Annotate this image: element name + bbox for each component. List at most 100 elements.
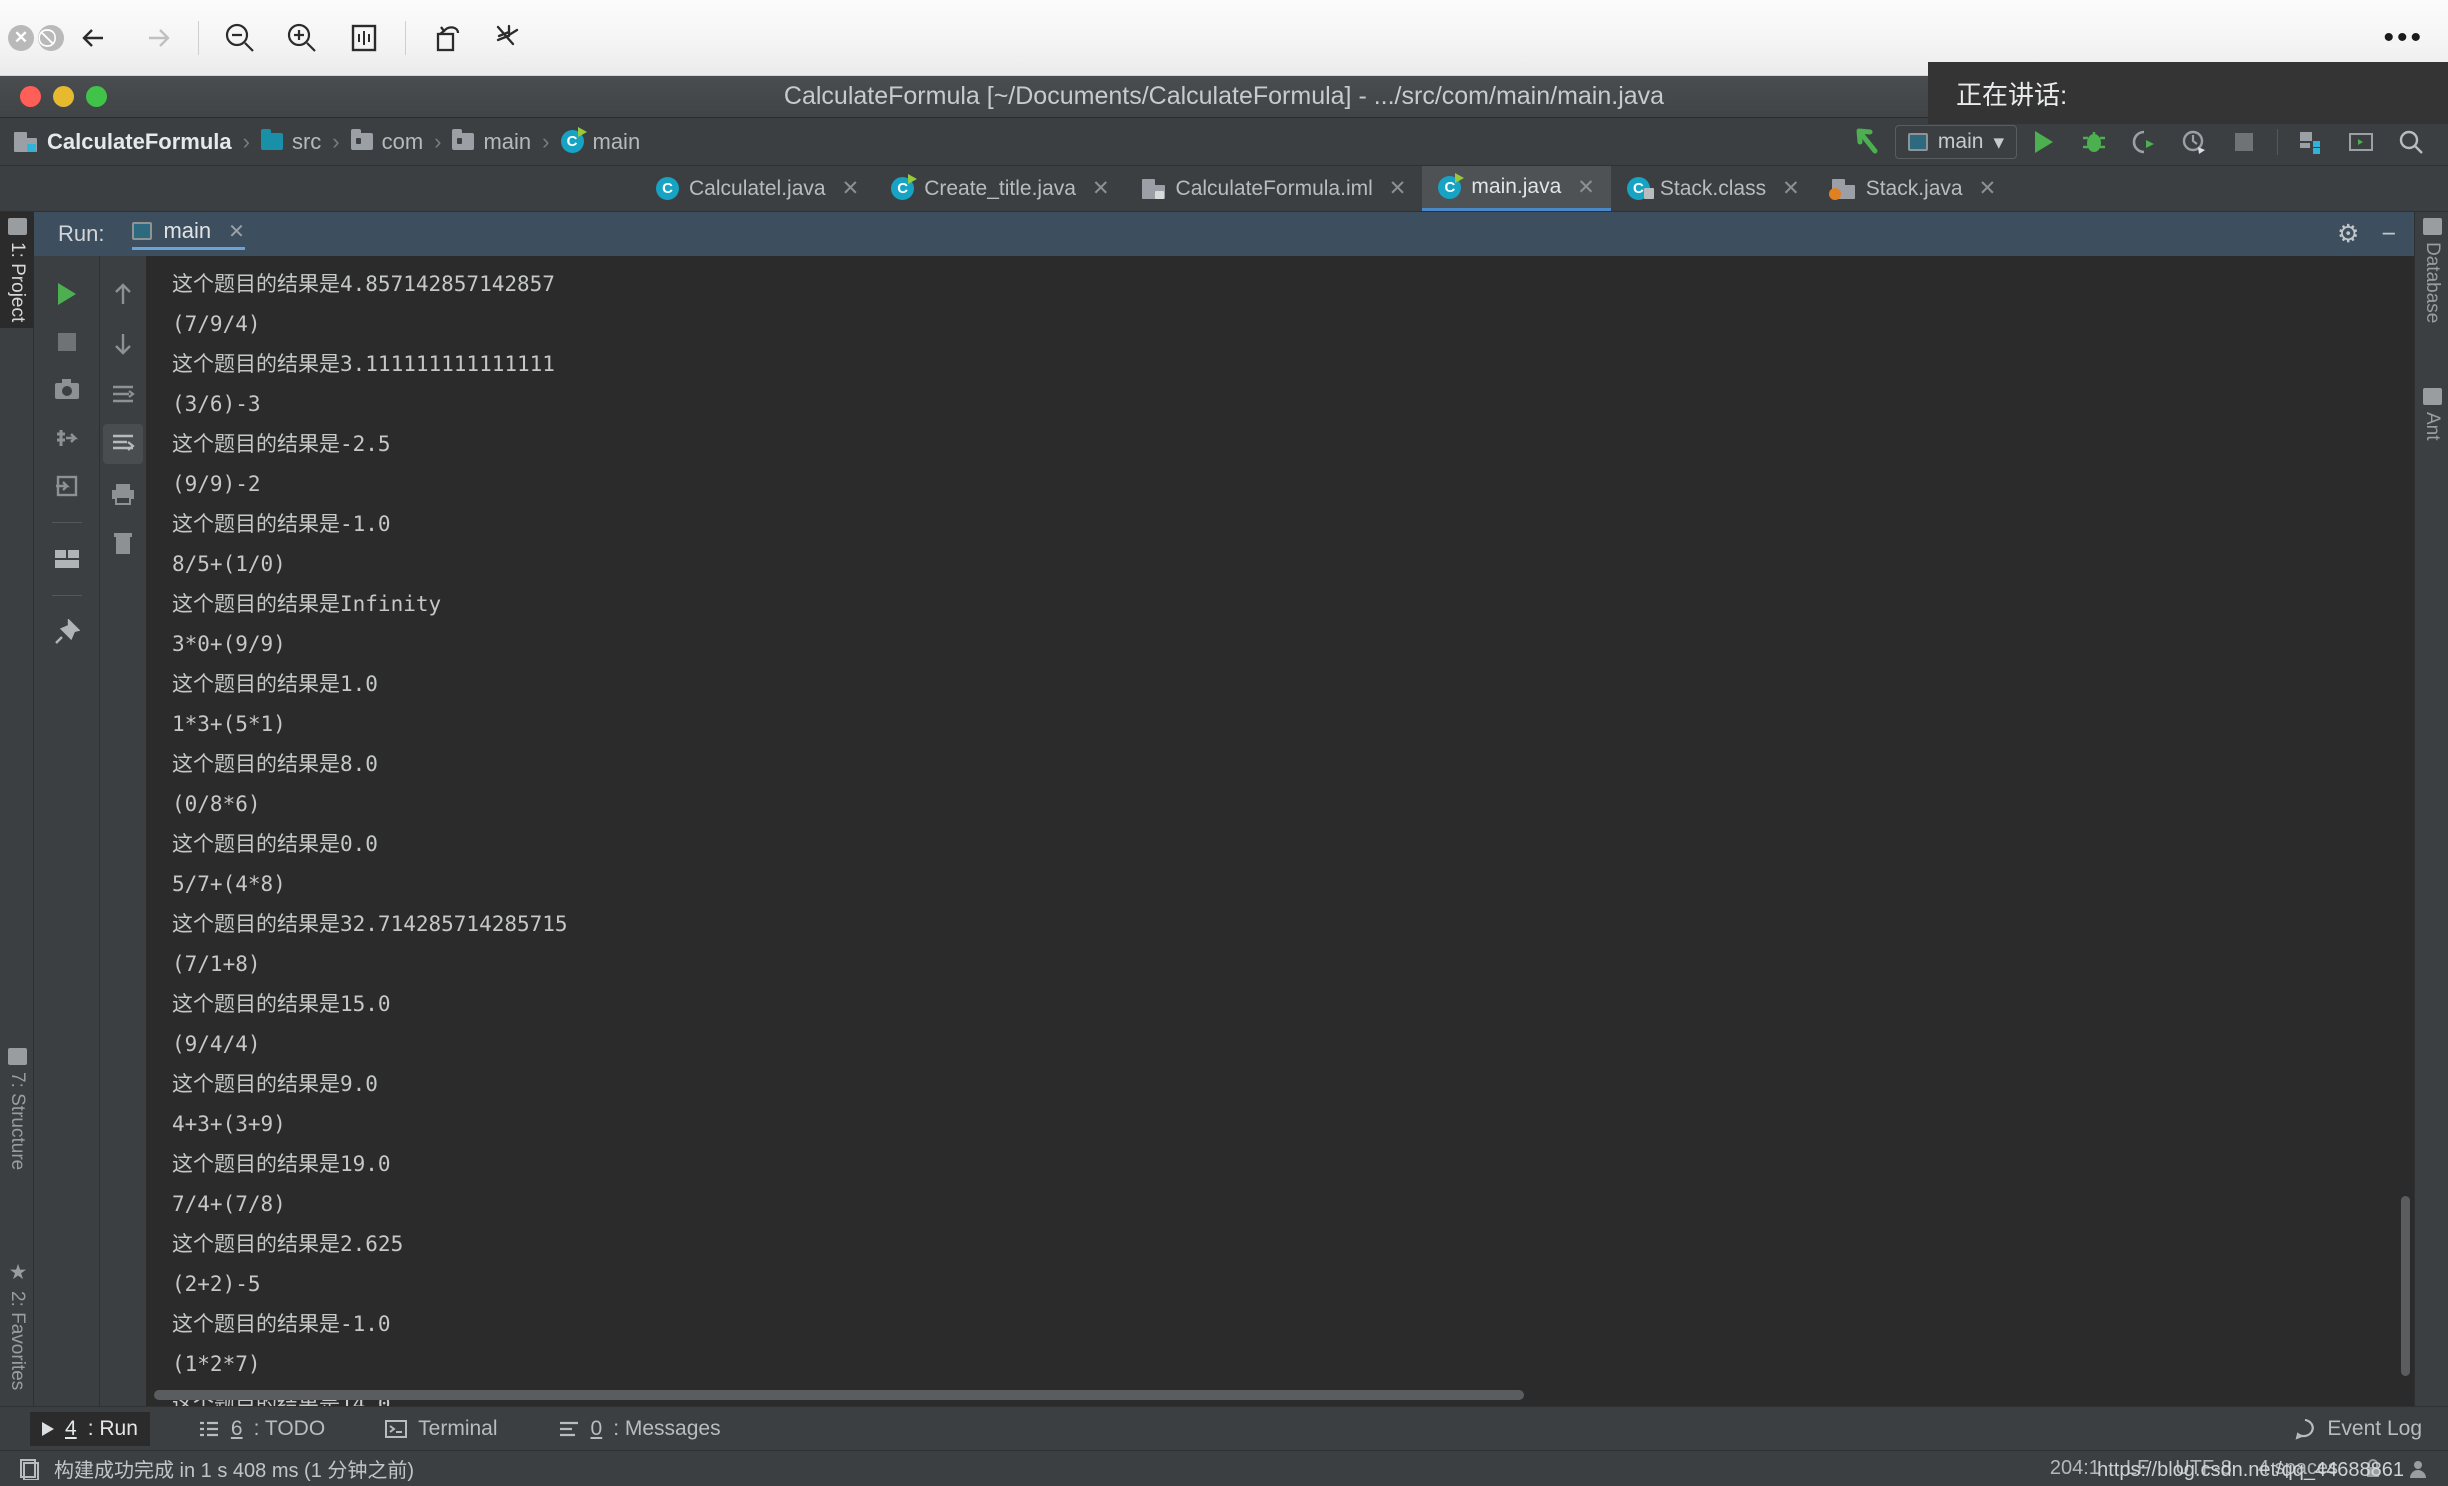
- console-output-text: 这个题目的结果是4.857142857142857 (7/9/4) 这个题目的结…: [172, 272, 568, 1406]
- close-tab-icon[interactable]: ✕: [1979, 176, 1997, 201]
- breadcrumb-label: main: [592, 128, 641, 154]
- run-window-header-actions: ⚙ −: [2337, 219, 2396, 249]
- close-tab-icon[interactable]: ✕: [1389, 176, 1407, 201]
- close-tab-icon[interactable]: ✕: [1092, 176, 1110, 201]
- maximize-window-button[interactable]: [86, 86, 107, 107]
- dump-threads-button[interactable]: [47, 418, 87, 458]
- breadcrumb-item-src[interactable]: src: [260, 129, 321, 155]
- file-encoding[interactable]: UTF-8: [2175, 1457, 2232, 1480]
- gear-icon[interactable]: ⚙: [2337, 219, 2359, 249]
- sidebar-item-database[interactable]: Database: [2415, 212, 2448, 329]
- sidebar-item-ant[interactable]: Ant: [2415, 382, 2448, 447]
- editor-tab-create-title[interactable]: C Create_title.java ✕: [875, 166, 1125, 211]
- toolbar-divider: [198, 20, 199, 55]
- console-vertical-scrollbar[interactable]: [2401, 1196, 2410, 1376]
- close-window-button[interactable]: [20, 86, 41, 107]
- console-horizontal-scrollbar[interactable]: [154, 1390, 1524, 1400]
- soft-wrap-button[interactable]: [103, 374, 143, 414]
- editor-tab-stack-java[interactable]: Stack.java ✕: [1816, 166, 2013, 211]
- forward-arrow-icon[interactable]: [126, 7, 188, 69]
- pin-button[interactable]: [47, 612, 87, 652]
- line-separator[interactable]: LF: [2126, 1457, 2149, 1480]
- back-arrow-icon[interactable]: [64, 7, 126, 69]
- database-icon: [2422, 218, 2442, 235]
- user-icon[interactable]: [2408, 1459, 2428, 1479]
- zoom-out-icon[interactable]: [209, 7, 271, 69]
- breadcrumb-item-com[interactable]: com: [350, 128, 424, 155]
- debug-button[interactable]: [2071, 119, 2117, 165]
- stop-button[interactable]: [47, 322, 87, 362]
- editor-tab-calculatel[interactable]: C Calculatel.java ✕: [640, 166, 875, 211]
- console-output-panel[interactable]: 这个题目的结果是4.857142857142857 (7/9/4) 这个题目的结…: [146, 256, 2414, 1406]
- java-library-icon: [1828, 178, 1856, 200]
- lock-icon[interactable]: [2364, 1458, 2382, 1479]
- search-everywhere-button[interactable]: [2388, 119, 2434, 165]
- run-configuration-selector[interactable]: main ▾: [1894, 125, 2017, 159]
- build-icon: [20, 1458, 39, 1480]
- breadcrumb-item-main-class[interactable]: C main: [560, 127, 641, 155]
- sidebar-item-label: 2: Favorites: [7, 1290, 28, 1390]
- clear-all-button[interactable]: [103, 524, 143, 564]
- module-icon: [14, 131, 38, 152]
- export-button[interactable]: [47, 466, 87, 506]
- navbar-divider: [2277, 129, 2278, 155]
- terminal-button[interactable]: [2338, 119, 2384, 165]
- caret-position[interactable]: 204:1: [2050, 1457, 2100, 1480]
- run-coverage-button[interactable]: [2121, 119, 2167, 165]
- ant-icon: [2422, 388, 2442, 405]
- profile-button[interactable]: [2171, 119, 2217, 165]
- overflow-menu-button[interactable]: •••: [2383, 22, 2424, 52]
- zoom-in-icon[interactable]: [271, 7, 333, 69]
- sidebar-item-structure[interactable]: 7: Structure: [0, 1042, 34, 1176]
- bottom-tab-label: : Run: [87, 1416, 138, 1440]
- editor-tab-main[interactable]: C main.java ✕: [1422, 166, 1611, 211]
- sidebar-item-favorites[interactable]: ★ 2: Favorites: [0, 1254, 34, 1396]
- sidebar-item-project[interactable]: 1: Project: [0, 212, 34, 329]
- editor-tab-label: Stack.java: [1865, 176, 1963, 200]
- bottom-tab-messages[interactable]: 0: Messages: [546, 1412, 733, 1446]
- stop-button[interactable]: [2221, 119, 2267, 165]
- source-folder-icon: [260, 129, 283, 150]
- run-tab-main[interactable]: main ✕: [132, 218, 245, 250]
- scroll-up-button[interactable]: [103, 274, 143, 314]
- event-log-button[interactable]: Event Log: [2294, 1417, 2422, 1441]
- layout-button[interactable]: [47, 539, 87, 579]
- close-run-tab-icon[interactable]: ✕: [228, 219, 245, 244]
- breadcrumb-item-project[interactable]: CalculateFormula: [14, 129, 232, 155]
- bottom-tab-terminal[interactable]: Terminal: [373, 1412, 509, 1446]
- rotate-icon[interactable]: [416, 7, 478, 69]
- bottom-tab-run[interactable]: 4 : Run: [30, 1411, 150, 1446]
- bottom-tab-todo[interactable]: 6: TODO: [186, 1412, 337, 1446]
- status-bar: 构建成功完成 in 1 s 408 ms (1 分钟之前) 204:1 LF U…: [0, 1450, 2448, 1486]
- breadcrumb-separator: ›: [542, 128, 550, 154]
- play-icon: [2035, 131, 2053, 153]
- close-circle-icon[interactable]: ✕: [8, 24, 34, 51]
- editor-tab-iml[interactable]: CalculateFormula.iml ✕: [1126, 166, 1423, 211]
- print-button[interactable]: [103, 474, 143, 514]
- rerun-button[interactable]: [47, 274, 87, 314]
- scroll-down-button[interactable]: [103, 324, 143, 364]
- status-bar-right: 204:1 LF UTF-8 4 spaces: [2050, 1457, 2428, 1480]
- make-project-icon[interactable]: [1845, 119, 1891, 165]
- breadcrumb-label: com: [381, 128, 424, 154]
- minimize-icon[interactable]: −: [2381, 220, 2396, 249]
- close-tab-icon[interactable]: ✕: [842, 176, 860, 201]
- sidebar-item-label: Database: [2422, 242, 2443, 324]
- screenshot-button[interactable]: [47, 370, 87, 410]
- minimize-window-button[interactable]: [53, 86, 74, 107]
- run-button[interactable]: [2021, 119, 2067, 165]
- bottom-tab-number: 4: [65, 1416, 77, 1440]
- fit-width-icon[interactable]: [333, 7, 395, 69]
- indent-setting[interactable]: 4 spaces: [2258, 1457, 2338, 1480]
- editor-tab-label: Create_title.java: [924, 176, 1076, 200]
- editor-tab-stack-class[interactable]: C Stack.class ✕: [1611, 166, 1816, 211]
- scroll-to-end-button[interactable]: [103, 424, 143, 464]
- event-log-label: Event Log: [2327, 1416, 2422, 1440]
- project-structure-button[interactable]: [2288, 119, 2334, 165]
- close-tab-icon[interactable]: ✕: [1782, 176, 1800, 201]
- play-icon: [42, 1421, 54, 1436]
- breadcrumb-item-main-pkg[interactable]: main: [452, 129, 531, 155]
- close-tab-icon[interactable]: ✕: [1577, 175, 1595, 200]
- block-circle-icon[interactable]: ⃠: [38, 24, 64, 51]
- sparkle-icon[interactable]: [478, 7, 540, 69]
